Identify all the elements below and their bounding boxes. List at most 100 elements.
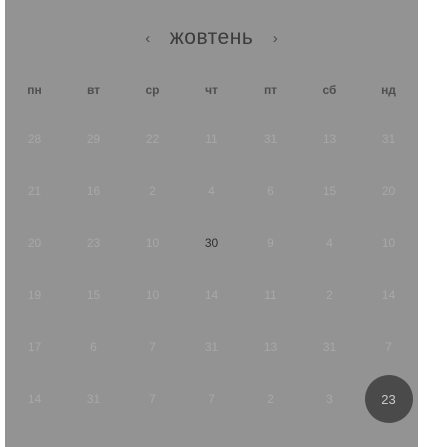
weekday-label: нд (381, 83, 396, 97)
day-number: 22 (145, 132, 160, 146)
day-cell[interactable]: 7 (123, 321, 182, 373)
day-number: 20 (27, 236, 42, 250)
day-cell[interactable]: 29 (64, 113, 123, 165)
day-cell[interactable]: 6 (241, 165, 300, 217)
day-cell[interactable]: 10 (123, 269, 182, 321)
day-cell[interactable]: 7 (182, 373, 241, 425)
day-cell[interactable]: 31 (359, 113, 418, 165)
day-number: 15 (86, 288, 101, 302)
weekday-label: пт (263, 83, 278, 97)
day-number: 30 (204, 236, 219, 250)
day-cell[interactable]: 20 (359, 165, 418, 217)
next-month-button[interactable]: › (261, 14, 289, 62)
day-cell[interactable]: 7 (123, 373, 182, 425)
day-cell[interactable]: 3 (300, 373, 359, 425)
day-number: 2 (326, 288, 333, 302)
day-number: 6 (90, 340, 97, 354)
day-cell[interactable]: 16 (64, 165, 123, 217)
weekday-label: сб (322, 83, 337, 97)
day-number: 20 (381, 184, 396, 198)
day-number: 13 (322, 132, 337, 146)
day-cell-selected[interactable]: 23 (359, 373, 418, 425)
day-number: 11 (264, 288, 277, 302)
day-number: 10 (145, 288, 160, 302)
day-cell[interactable]: 14 (359, 269, 418, 321)
day-number: 31 (322, 340, 337, 354)
day-number: 21 (27, 184, 42, 198)
weekday-header: пн вт ср чт пт сб нд (5, 78, 418, 102)
day-number: 16 (86, 184, 101, 198)
day-number: 10 (145, 236, 160, 250)
day-number: 15 (322, 184, 337, 198)
day-number: 6 (267, 184, 274, 198)
day-number: 19 (27, 288, 42, 302)
day-cell[interactable]: 15 (300, 165, 359, 217)
day-number: 14 (27, 392, 42, 406)
day-cell[interactable]: 31 (182, 321, 241, 373)
day-number: 17 (27, 340, 42, 354)
day-number: 23 (86, 236, 101, 250)
day-number: 31 (263, 132, 278, 146)
day-number: 7 (149, 340, 156, 354)
day-cell[interactable]: 4 (182, 165, 241, 217)
day-cell[interactable]: 22 (123, 113, 182, 165)
calendar-header: ‹ жовтень › (5, 14, 418, 62)
day-number: 10 (381, 236, 396, 250)
day-cell[interactable]: 10 (359, 217, 418, 269)
weekday-label: ср (145, 83, 160, 97)
day-cell[interactable]: 20 (5, 217, 64, 269)
day-number: 11 (205, 132, 218, 146)
day-cell-active[interactable]: 30 (182, 217, 241, 269)
day-cell[interactable]: 31 (241, 113, 300, 165)
day-cell[interactable]: 14 (182, 269, 241, 321)
weekday-label: чт (205, 83, 218, 97)
month-title: жовтень (169, 26, 254, 49)
day-number: 3 (326, 392, 333, 406)
day-cell[interactable]: 11 (182, 113, 241, 165)
day-cell[interactable]: 17 (5, 321, 64, 373)
day-cell[interactable]: 11 (241, 269, 300, 321)
day-cell[interactable]: 14 (5, 373, 64, 425)
day-cell[interactable]: 9 (241, 217, 300, 269)
weekday-label: пн (27, 83, 42, 97)
prev-month-button[interactable]: ‹ (134, 14, 162, 62)
day-cell[interactable]: 21 (5, 165, 64, 217)
chevron-left-icon: ‹ (145, 29, 151, 47)
day-cell[interactable]: 13 (241, 321, 300, 373)
day-number: 29 (86, 132, 101, 146)
day-cell[interactable]: 2 (300, 269, 359, 321)
day-number: 4 (208, 184, 215, 198)
day-number: 28 (27, 132, 42, 146)
chevron-right-icon: › (272, 29, 278, 47)
day-cell[interactable]: 23 (64, 217, 123, 269)
day-number: 14 (204, 288, 219, 302)
day-number: 2 (267, 392, 274, 406)
calendar-grid: 28 29 22 11 31 13 31 21 16 2 4 6 15 20 2… (5, 113, 418, 433)
day-cell[interactable]: 31 (64, 373, 123, 425)
day-number: 13 (263, 340, 278, 354)
day-cell[interactable]: 2 (123, 165, 182, 217)
day-cell[interactable]: 31 (300, 321, 359, 373)
day-number: 4 (326, 236, 333, 250)
day-cell[interactable]: 7 (359, 321, 418, 373)
day-cell[interactable]: 28 (5, 113, 64, 165)
day-cell[interactable]: 4 (300, 217, 359, 269)
day-number: 2 (149, 184, 156, 198)
day-cell[interactable]: 2 (241, 373, 300, 425)
day-cell[interactable]: 15 (64, 269, 123, 321)
day-number: 31 (204, 340, 219, 354)
weekday-label: вт (86, 83, 101, 97)
day-number: 31 (381, 132, 396, 146)
day-number: 14 (381, 288, 396, 302)
day-number: 7 (149, 392, 156, 406)
calendar-widget: ‹ жовтень › пн вт ср чт пт сб нд 28 29 2… (5, 0, 418, 447)
day-cell[interactable]: 13 (300, 113, 359, 165)
day-number: 31 (86, 392, 101, 406)
day-number: 7 (208, 392, 215, 406)
day-number: 7 (385, 340, 392, 354)
day-number: 9 (267, 236, 274, 250)
day-cell[interactable]: 19 (5, 269, 64, 321)
selected-day-number: 23 (364, 375, 413, 423)
day-cell[interactable]: 10 (123, 217, 182, 269)
day-cell[interactable]: 6 (64, 321, 123, 373)
